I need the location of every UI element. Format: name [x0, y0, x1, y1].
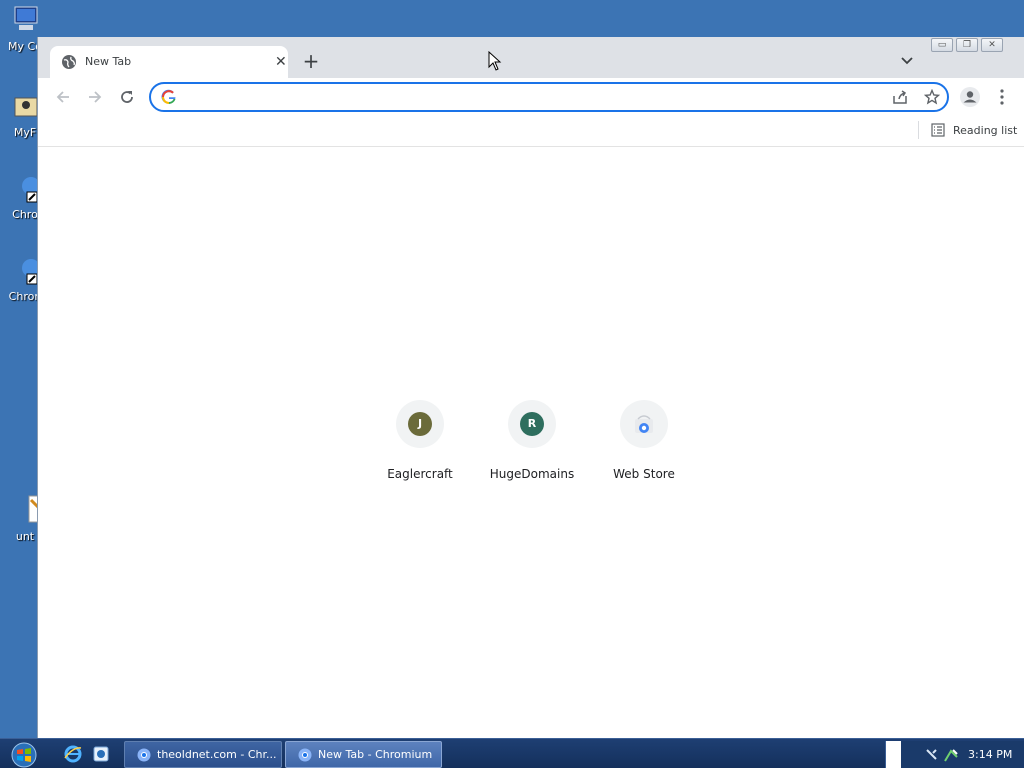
desktop-icon-label: MyF — [13, 126, 37, 139]
keyboard-icon[interactable] — [886, 741, 901, 768]
shortcut-label: Eaglercraft — [387, 467, 453, 481]
internet-explorer-icon[interactable] — [64, 745, 82, 763]
task-new-tab-chromium[interactable]: New Tab - Chromium — [285, 741, 442, 768]
browser-window: New Tab ✕ + ▭ ❐ ✕ Reading list J Eaglerc… — [37, 37, 1024, 738]
back-button[interactable] — [52, 86, 74, 108]
reading-list-button[interactable]: Reading list — [931, 121, 1017, 139]
bookmarks-bar: Reading list — [38, 116, 1024, 147]
tab-new-tab[interactable]: New Tab ✕ — [50, 46, 288, 78]
shortcut-eaglercraft[interactable]: J Eaglercraft — [364, 400, 476, 481]
shortcut-tile: R — [508, 400, 556, 448]
show-desktop-icon[interactable] — [92, 745, 110, 763]
chromium-icon — [137, 748, 151, 761]
computer-icon — [14, 6, 38, 30]
system-tray: 3:14 PM — [885, 741, 1024, 768]
address-input[interactable] — [185, 87, 875, 107]
arrow-right-icon — [89, 91, 102, 103]
reading-list-icon — [931, 123, 945, 137]
taskbar: theoldnet.com - Chr... New Tab - Chromiu… — [0, 738, 1024, 768]
window-controls: ▭ ❐ ✕ — [931, 38, 1003, 54]
forward-button[interactable] — [84, 86, 106, 108]
start-button-icon[interactable] — [8, 741, 40, 768]
bookmarks-separator — [918, 121, 919, 139]
globe-icon — [62, 55, 76, 69]
reading-list-label: Reading list — [953, 123, 1018, 137]
letter-avatar-icon: J — [408, 412, 432, 436]
reload-icon — [121, 91, 133, 103]
shortcut-label: HugeDomains — [489, 467, 575, 481]
network-icon[interactable] — [943, 747, 959, 763]
task-label: theoldnet.com - Chr... — [157, 748, 277, 761]
reload-button[interactable] — [116, 86, 138, 108]
letter-avatar-icon: R — [520, 412, 544, 436]
new-tab-button[interactable]: + — [300, 51, 322, 73]
omnibox[interactable] — [149, 82, 949, 112]
restore-button[interactable]: ❐ — [956, 38, 978, 52]
shortcut-hugedomains[interactable]: R HugeDomains — [476, 400, 588, 481]
new-tab-page: J Eaglercraft R HugeDomains Web Store — [38, 148, 1024, 738]
shortcut-tile — [620, 400, 668, 448]
star-icon[interactable] — [924, 89, 940, 105]
web-store-icon — [635, 415, 653, 433]
tab-title: New Tab — [85, 55, 132, 68]
desktop-icon-label: unt — [15, 530, 35, 543]
minimize-button[interactable]: ▭ — [931, 38, 953, 52]
clock[interactable]: 3:14 PM — [968, 748, 1012, 761]
tools-icon[interactable] — [924, 747, 940, 763]
desktop-icon-label: Chro — [12, 208, 38, 221]
google-icon — [161, 89, 176, 104]
chevron-down-icon[interactable] — [898, 54, 916, 68]
shortcut-web-store[interactable]: Web Store — [588, 400, 700, 481]
close-window-button[interactable]: ✕ — [981, 38, 1003, 52]
close-icon[interactable]: ✕ — [275, 54, 287, 70]
browser-toolbar — [38, 78, 1024, 116]
tab-strip[interactable]: New Tab ✕ + ▭ ❐ ✕ — [38, 37, 1024, 78]
shortcut-tile: J — [396, 400, 444, 448]
more-vert-icon[interactable] — [994, 86, 1010, 108]
share-icon[interactable] — [892, 89, 908, 105]
shortcut-label: Web Store — [613, 467, 675, 481]
task-label: New Tab - Chromium — [318, 748, 433, 761]
profile-icon[interactable] — [959, 86, 981, 108]
chromium-icon — [298, 748, 312, 761]
arrow-left-icon — [56, 91, 69, 103]
task-theoldnet[interactable]: theoldnet.com - Chr... — [124, 741, 282, 768]
mouse-cursor-icon — [488, 51, 502, 71]
